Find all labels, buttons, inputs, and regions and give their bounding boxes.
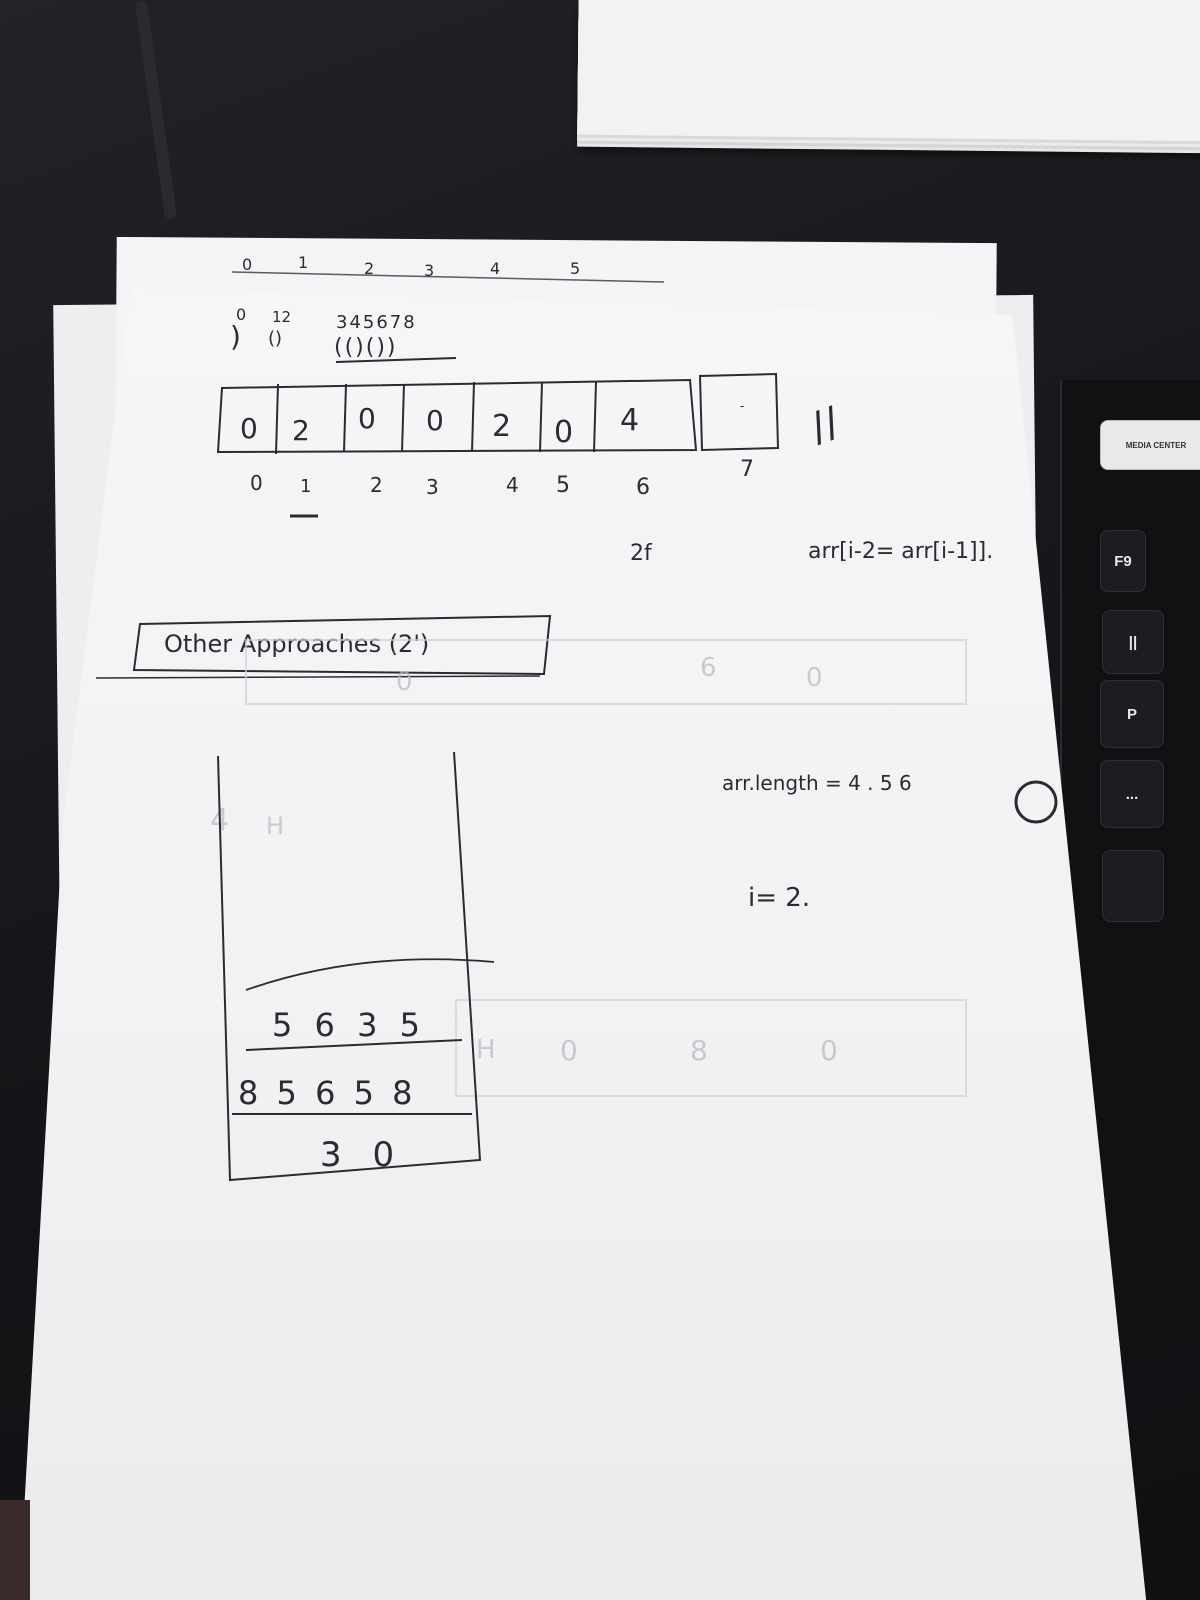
svg-text:H: H [476, 1035, 496, 1065]
array-cell-1: 2 [292, 414, 310, 447]
array-index-1: 1 [300, 476, 311, 497]
photo-scene: MEDIA CENTER F9 || P ... 0 1 2 3 4 5 0 )… [0, 0, 1200, 1600]
double-slash: // [804, 399, 846, 452]
bracket-pattern: (()()) [334, 335, 398, 360]
array-index-0: 0 [250, 471, 263, 495]
other-approaches-box: Other Approaches (2') [95, 614, 552, 679]
array-index-3: 3 [426, 475, 439, 499]
ruler-label-0: 0 [242, 255, 252, 274]
bracket-parens: () [268, 328, 282, 349]
array-cell-0: 0 [240, 412, 258, 445]
svg-text:0: 0 [806, 663, 823, 693]
array-index-4: 4 [506, 473, 519, 497]
array-cell-2: 0 [358, 402, 376, 435]
array-index-7: 7 [740, 457, 754, 482]
stack-row-3: 3 0 [320, 1135, 404, 1175]
array-cell-4: 2 [492, 409, 511, 444]
array-index-2: 2 [370, 473, 383, 497]
array-index-6: 6 [636, 475, 650, 500]
array-cell-5: 0 [554, 415, 573, 450]
bracket-small-digits: 12 [272, 308, 291, 326]
note-formula: arr[i-2= arr[i-1]]. [808, 539, 993, 564]
note-2f: 2f [630, 541, 653, 566]
array-cell-3: 0 [426, 404, 444, 437]
ruler-label-4: 4 [490, 259, 500, 278]
ruler-top: 0 1 2 3 4 5 [231, 253, 665, 283]
bracket-digits: 345678 [336, 312, 417, 333]
bracket-notes: 0 ) 12 () 345678 (()()) [230, 305, 457, 363]
ruler-label-2: 2 [364, 259, 374, 278]
note-i-equals: i= 2. [748, 883, 810, 913]
length-notes: arr.length = 4 . 5 6 i= 2. [722, 771, 1058, 913]
handwriting-layer: 0 1 2 3 4 5 0 ) 12 () 345678 (()()) - 0 … [95, 253, 1058, 1182]
svg-text:0: 0 [560, 1034, 578, 1067]
array-extra-cell: - [740, 399, 744, 413]
stack-diagram: 5 6 3 5 8 5 6 5 8 3 0 [217, 751, 495, 1182]
note-arr-length: arr.length = 4 . 5 6 [722, 771, 912, 795]
stack-row-2: 8 5 6 5 8 [238, 1074, 416, 1112]
ruler-label-1: 1 [298, 253, 308, 272]
array-index-5: 5 [556, 473, 570, 498]
side-notes: // 2f arr[i-2= arr[i-1]]. [630, 399, 993, 566]
svg-text:H: H [266, 812, 284, 840]
ruler-label-5: 5 [570, 259, 580, 278]
svg-text:0: 0 [820, 1034, 838, 1067]
bracket-close: ) [230, 320, 241, 353]
svg-text:8: 8 [690, 1034, 708, 1067]
other-approaches-label: Other Approaches (2') [164, 630, 429, 658]
stack-row-1: 5 6 3 5 [272, 1006, 426, 1044]
array-cell-6: 4 [620, 403, 639, 438]
svg-text:0: 0 [396, 667, 413, 697]
array-drawing: - 0 2 0 0 2 0 4 0 1 2 3 4 5 6 7 [216, 372, 780, 518]
svg-text:6: 6 [700, 653, 717, 683]
ruler-label-3: 3 [424, 261, 434, 280]
